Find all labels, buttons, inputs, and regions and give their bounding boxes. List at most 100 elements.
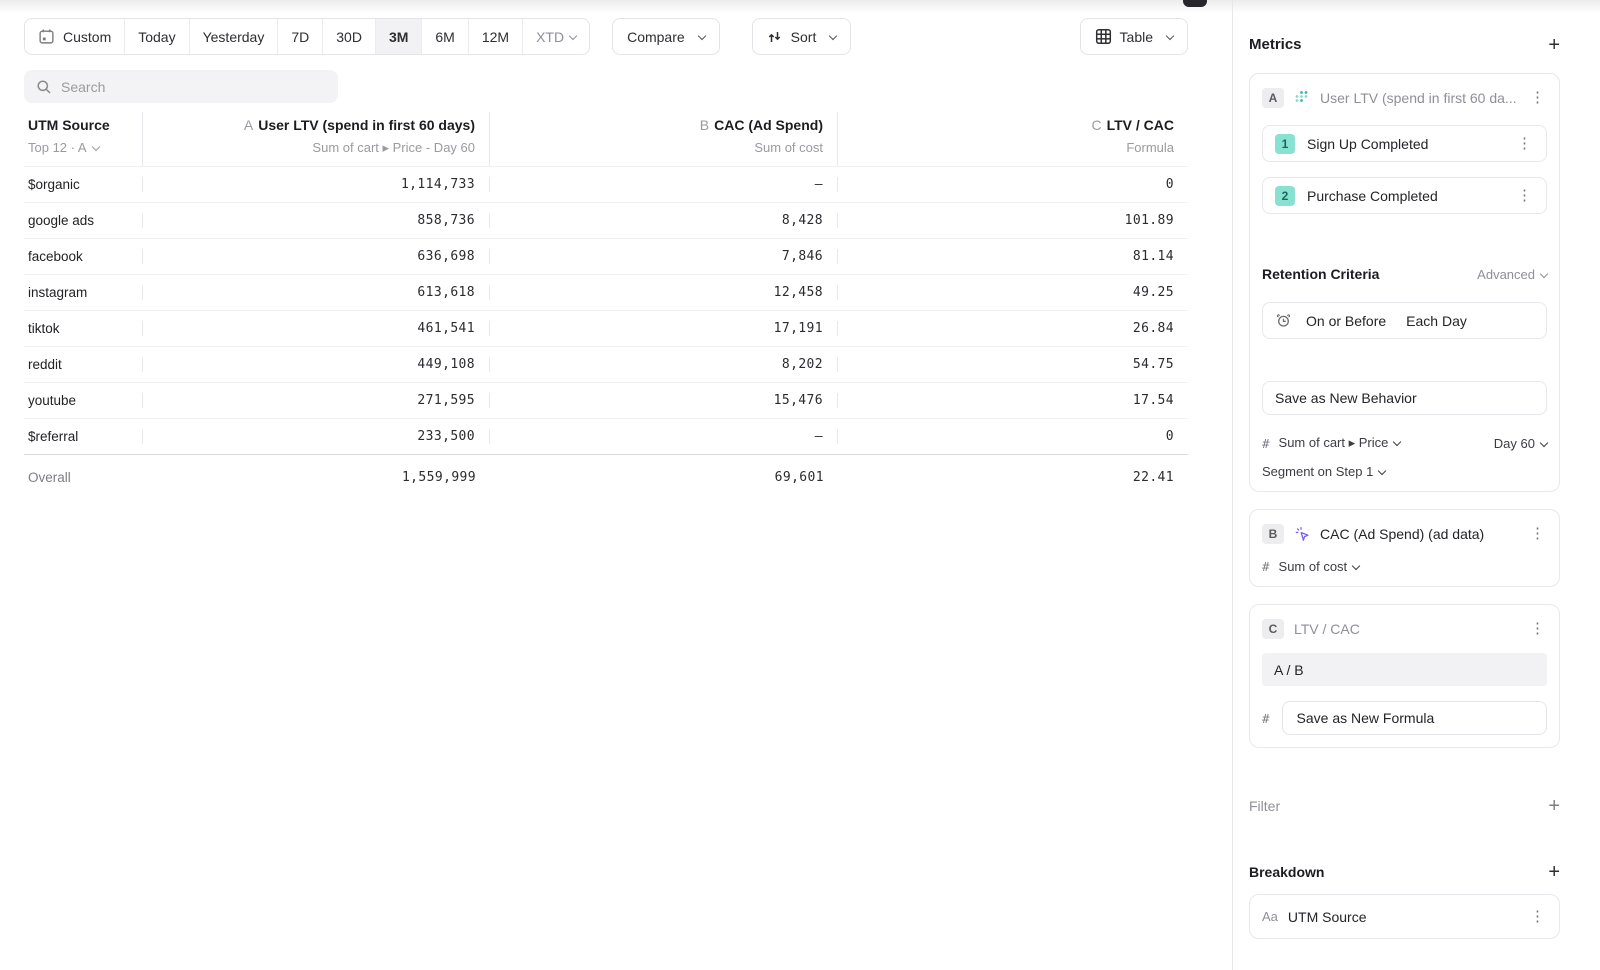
save-as-new-formula-button[interactable]: Save as New Formula	[1282, 701, 1547, 735]
overall-value: 1,559,999	[143, 470, 490, 485]
column-key: C	[1091, 117, 1101, 133]
metric-card-a: A User LTV (spend in first 60 da... ⋮ 1 …	[1249, 73, 1560, 492]
table-row[interactable]: facebook 636,698 7,846 81.14	[24, 238, 1188, 274]
day-window-label: Day 60	[1494, 436, 1535, 451]
chevron-down-icon	[1393, 438, 1401, 446]
cell-value: –	[490, 177, 838, 192]
aggregation-dropdown-b[interactable]: Sum of cost	[1279, 559, 1360, 574]
segment-on-step-label: Segment on Step 1	[1262, 464, 1373, 479]
ad-data-metric-icon	[1294, 526, 1310, 542]
report-toolbar: Custom Today Yesterday 7D 30D 3M 6M 12M …	[24, 18, 1188, 55]
metric-b-header[interactable]: B CAC (Ad Spend) (ad data) ⋮	[1262, 522, 1547, 546]
date-range-12m[interactable]: 12M	[468, 19, 522, 54]
row-label: $referral	[24, 429, 143, 444]
cell-value: 858,736	[143, 213, 490, 228]
step-1-label: Sign Up Completed	[1307, 136, 1428, 152]
metric-a-badge: A	[1262, 88, 1284, 108]
date-range-3m-active[interactable]: 3M	[375, 19, 421, 54]
date-range-30d[interactable]: 30D	[322, 19, 375, 54]
aggregation-dropdown[interactable]: Sum of cart ▸ Price	[1279, 435, 1401, 451]
cell-value: 8,202	[490, 357, 838, 372]
retention-criteria-row: Retention Criteria Advanced	[1262, 266, 1547, 282]
formula-input[interactable]: A / B	[1262, 653, 1547, 686]
date-range-7d[interactable]: 7D	[277, 19, 322, 54]
calendar-icon	[38, 28, 55, 45]
view-type-button[interactable]: Table	[1080, 18, 1188, 55]
column-title: BCAC (Ad Spend)	[490, 115, 823, 135]
cell-value: 12,458	[490, 285, 838, 300]
date-range-6m[interactable]: 6M	[421, 19, 467, 54]
column-key: B	[700, 117, 709, 133]
table-row[interactable]: $organic 1,114,733 – 0	[24, 166, 1188, 202]
metric-b-menu-icon[interactable]: ⋮	[1528, 527, 1547, 541]
filter-section-header: Filter +	[1249, 798, 1560, 814]
cell-value: 461,541	[143, 321, 490, 336]
retention-mode-dropdown[interactable]: Advanced	[1477, 267, 1547, 282]
breakdown-item-utm-source[interactable]: Aa UTM Source ⋮	[1249, 894, 1560, 939]
chevron-down-icon	[1166, 31, 1174, 39]
chevron-down-icon	[1540, 438, 1548, 446]
metric-c-menu-icon[interactable]: ⋮	[1528, 622, 1547, 636]
add-metric-icon[interactable]: +	[1548, 37, 1560, 53]
date-range-custom[interactable]: Custom	[25, 19, 124, 54]
column-key: A	[244, 117, 253, 133]
cell-value: 1,114,733	[143, 177, 490, 192]
day-window-dropdown[interactable]: Day 60	[1494, 436, 1547, 451]
date-range-today[interactable]: Today	[124, 19, 188, 54]
row-limit-dropdown[interactable]: Top 12 · A	[28, 139, 142, 157]
table-row[interactable]: youtube 271,595 15,476 17.54	[24, 382, 1188, 418]
search-input[interactable]	[61, 79, 326, 95]
add-breakdown-icon[interactable]: +	[1548, 864, 1560, 880]
view-type-label: Table	[1120, 29, 1153, 45]
table-row[interactable]: tiktok 461,541 17,191 26.84	[24, 310, 1188, 346]
cell-value: 81.14	[838, 249, 1188, 264]
metric-c-title: LTV / CAC	[1294, 621, 1518, 637]
metric-a-header[interactable]: A User LTV (spend in first 60 da... ⋮	[1262, 86, 1547, 110]
chevron-down-icon	[1352, 562, 1360, 570]
segment-on-step-dropdown[interactable]: Segment on Step 1	[1262, 464, 1547, 479]
numeric-type-icon: #	[1262, 559, 1270, 574]
row-label: tiktok	[24, 321, 143, 336]
table-row[interactable]: google ads 858,736 8,428 101.89	[24, 202, 1188, 238]
row-label: youtube	[24, 393, 143, 408]
metric-a-menu-icon[interactable]: ⋮	[1528, 91, 1547, 105]
sort-label: Sort	[791, 29, 817, 45]
date-range-yesterday[interactable]: Yesterday	[189, 19, 278, 54]
retention-condition-card[interactable]: On or Before Each Day	[1262, 302, 1547, 339]
breakdown-item-label: UTM Source	[1288, 909, 1367, 925]
date-range-label: XTD	[536, 29, 564, 45]
column-title: AUser LTV (spend in first 60 days)	[143, 115, 475, 135]
metric-c-header[interactable]: C LTV / CAC ⋮	[1262, 617, 1547, 641]
compare-button[interactable]: Compare	[612, 18, 720, 55]
query-builder-panel: Metrics + A User LTV (spend in first 60 …	[1232, 0, 1600, 970]
table-search[interactable]	[24, 70, 338, 103]
chevron-down-icon	[1378, 467, 1386, 475]
search-icon	[36, 79, 52, 95]
step-1-menu-icon[interactable]: ⋮	[1515, 137, 1534, 151]
column-title-text: LTV / CAC	[1107, 117, 1174, 133]
metrics-title: Metrics	[1249, 36, 1302, 53]
column-header-a[interactable]: AUser LTV (spend in first 60 days) Sum o…	[143, 112, 490, 166]
save-behavior-label: Save as New Behavior	[1275, 390, 1417, 406]
column-header-utm-source[interactable]: UTM Source Top 12 · A	[24, 112, 143, 166]
column-header-c[interactable]: CLTV / CAC Formula	[838, 112, 1188, 166]
table-row[interactable]: reddit 449,108 8,202 54.75	[24, 346, 1188, 382]
cell-value: 449,108	[143, 357, 490, 372]
row-limit-label: Top 12 · A	[28, 140, 87, 155]
cell-value: 54.75	[838, 357, 1188, 372]
date-range-xtd[interactable]: XTD	[522, 19, 589, 54]
add-filter-icon[interactable]: +	[1548, 798, 1560, 814]
funnel-step-1[interactable]: 1 Sign Up Completed ⋮	[1262, 125, 1547, 162]
save-as-new-behavior-button[interactable]: Save as New Behavior	[1262, 381, 1547, 415]
breakdown-menu-icon[interactable]: ⋮	[1528, 910, 1547, 924]
sort-button[interactable]: Sort	[752, 18, 852, 55]
aggregation-row-b: # Sum of cost	[1262, 559, 1547, 574]
cell-value: 8,428	[490, 213, 838, 228]
breakdown-title: Breakdown	[1249, 864, 1324, 880]
step-2-menu-icon[interactable]: ⋮	[1515, 189, 1534, 203]
table-row[interactable]: instagram 613,618 12,458 49.25	[24, 274, 1188, 310]
table-row[interactable]: $referral 233,500 – 0	[24, 418, 1188, 454]
chevron-down-icon	[829, 31, 837, 39]
funnel-step-2[interactable]: 2 Purchase Completed ⋮	[1262, 177, 1547, 214]
column-header-b[interactable]: BCAC (Ad Spend) Sum of cost	[490, 112, 838, 166]
